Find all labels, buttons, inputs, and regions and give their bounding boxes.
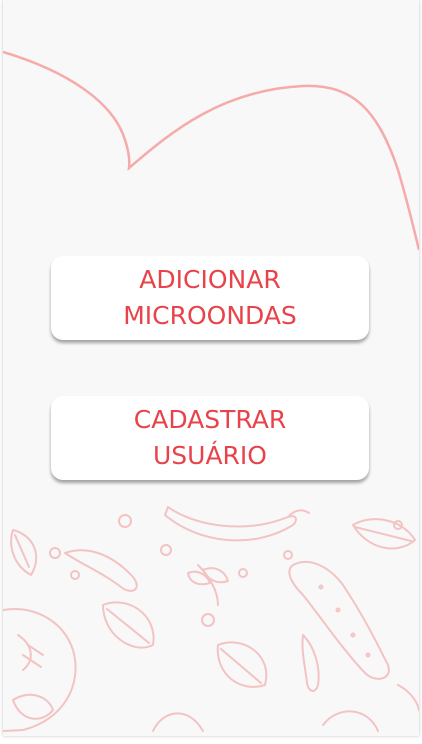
pea-icon xyxy=(118,514,132,528)
decorative-wave-curve xyxy=(3,50,419,251)
register-user-label-line1: CADASTRAR xyxy=(133,405,287,434)
add-microwave-label-line1: ADICIONAR xyxy=(139,265,281,294)
tomato-slice-icon xyxy=(3,608,77,732)
register-user-button[interactable]: CADASTRAR USUÁRIO xyxy=(51,396,369,480)
app-screen: ADICIONAR MICROONDAS CADASTRAR USUÁRIO xyxy=(3,0,419,736)
add-microwave-button[interactable]: ADICIONAR MICROONDAS xyxy=(51,256,369,340)
food-doodle-pattern xyxy=(3,506,419,732)
chili-pepper-icon xyxy=(164,506,297,542)
add-microwave-label-line2: MICROONDAS xyxy=(123,301,297,330)
register-user-label-line2: USUÁRIO xyxy=(152,441,267,470)
